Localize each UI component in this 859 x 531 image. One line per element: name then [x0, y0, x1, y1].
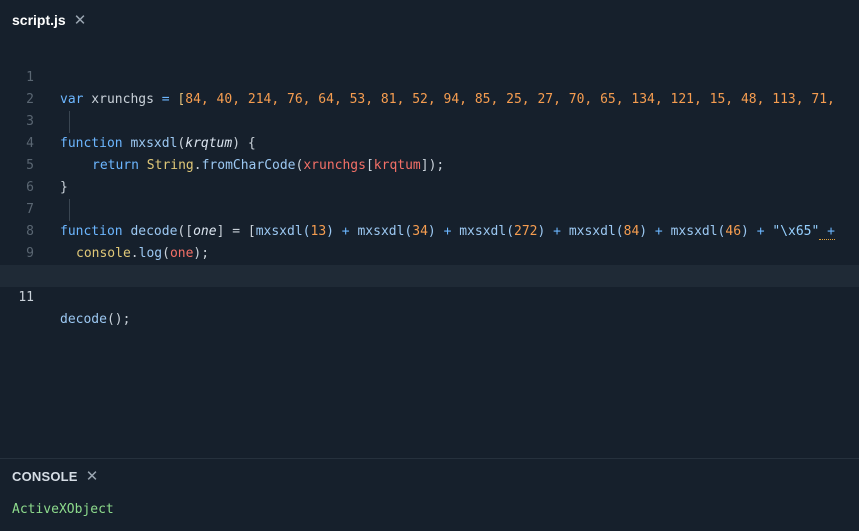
code-line: 6 [0, 155, 859, 195]
tab-script-js[interactable]: script.js ✕ [12, 10, 86, 30]
close-icon[interactable]: ✕ [74, 12, 87, 28]
code-text: decode(); [60, 312, 131, 327]
console-panel: CONSOLE ✕ ActiveXObject [0, 458, 859, 531]
code-line: 7 function decode([one] = [mxsxdl(13) + … [0, 177, 859, 240]
code-line: 10 [0, 243, 859, 283]
code-line: 3 function mxsxdl(krqtum) { [0, 89, 859, 151]
line-number: 11 [18, 290, 34, 305]
code-editor[interactable]: 1 var xrunchgs = [84, 40, 214, 76, 64, 5… [0, 45, 859, 455]
console-header: CONSOLE ✕ [12, 469, 99, 485]
console-output: ActiveXObject [12, 502, 114, 517]
code-line: 5 } [0, 133, 859, 195]
close-icon[interactable]: ✕ [86, 469, 99, 484]
code-line: 1 var xrunchgs = [84, 40, 214, 76, 64, 5… [0, 45, 859, 107]
tab-title: script.js [12, 12, 66, 28]
code-line: 2 [0, 67, 859, 107]
tab-bar: script.js ✕ [0, 0, 859, 40]
code-line: 4 return String.fromCharCode(xrunchgs[kr… [0, 111, 859, 173]
code-line: 9 } [0, 221, 859, 283]
code-line-active[interactable]: 11 decode(); [0, 265, 859, 327]
code-line: 8 console.log(one); [0, 199, 859, 261]
console-title: CONSOLE [12, 469, 78, 484]
